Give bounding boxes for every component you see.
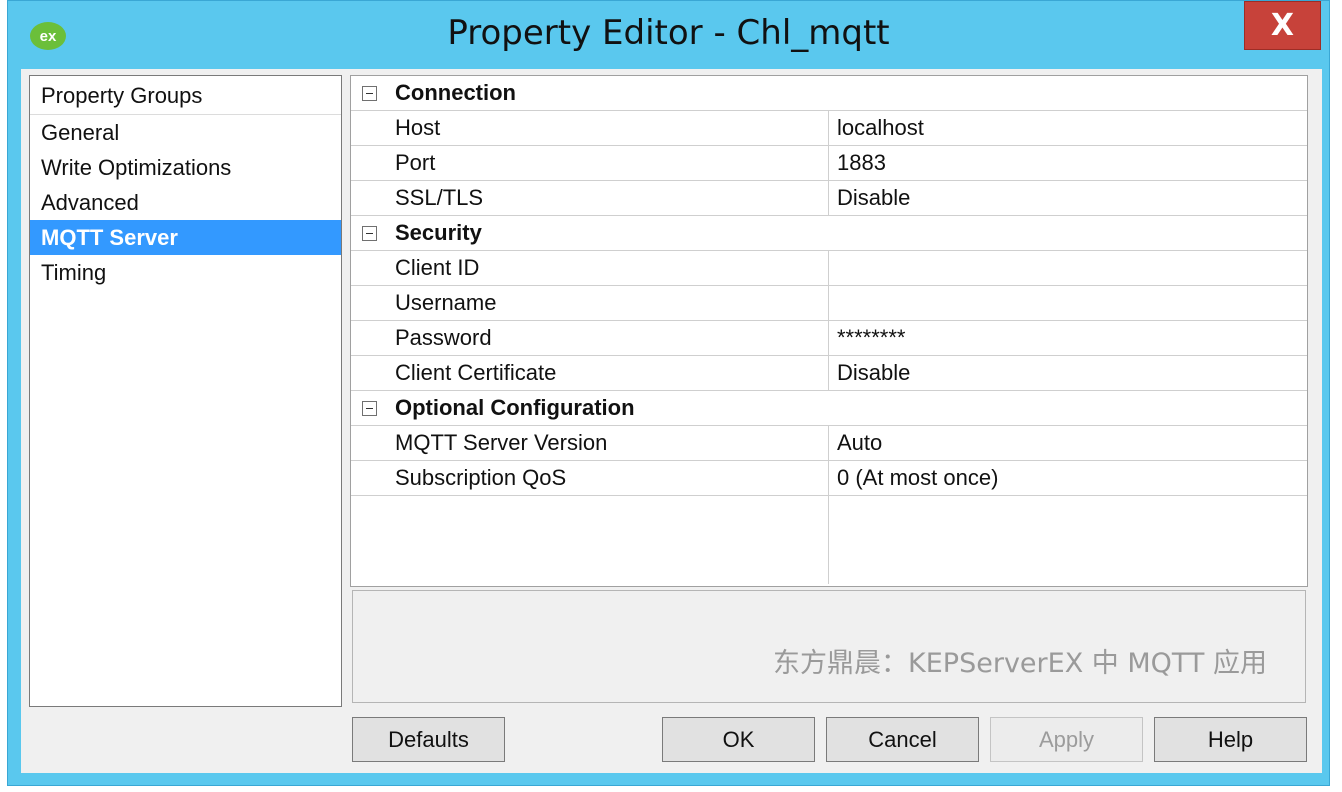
property-value[interactable]: 0 (At most once) (837, 461, 998, 495)
column-divider (828, 181, 829, 215)
group-item-advanced[interactable]: Advanced (30, 185, 341, 220)
column-divider (828, 286, 829, 320)
group-item-write-optimizations[interactable]: Write Optimizations (30, 150, 341, 185)
cancel-button[interactable]: Cancel (826, 717, 979, 762)
window-title: Property Editor - Chl_mqtt (447, 13, 890, 53)
ok-button[interactable]: OK (662, 717, 815, 762)
property-value[interactable]: Auto (837, 426, 882, 460)
property-name: Username (395, 290, 497, 315)
column-divider (828, 251, 829, 285)
property-name: Password (395, 325, 492, 350)
property-name: Host (395, 115, 441, 140)
category-connection[interactable]: Connection (351, 76, 1307, 111)
property-value[interactable]: Disable (837, 356, 910, 390)
category-label: Security (395, 220, 482, 245)
property-groups-list: Property Groups General Write Optimizati… (29, 75, 342, 707)
column-divider (828, 461, 829, 495)
category-security[interactable]: Security (351, 216, 1307, 251)
property-row-host[interactable]: Host localhost (351, 111, 1307, 146)
property-row-username[interactable]: Username (351, 286, 1307, 321)
group-item-timing[interactable]: Timing (30, 255, 341, 290)
property-value[interactable]: Disable (837, 181, 910, 215)
property-row-password[interactable]: Password ******** (351, 321, 1307, 356)
help-button[interactable]: Help (1154, 717, 1307, 762)
property-name: Client Certificate (395, 360, 557, 385)
property-value[interactable]: ******** (837, 321, 906, 355)
column-divider (828, 321, 829, 355)
property-name: MQTT Server Version (395, 430, 608, 455)
grid-empty-area (351, 496, 1307, 584)
property-name: Client ID (395, 255, 480, 280)
collapse-icon[interactable] (362, 226, 377, 241)
property-name: Port (395, 150, 436, 175)
column-divider (828, 111, 829, 145)
collapse-icon[interactable] (362, 401, 377, 416)
property-row-client-id[interactable]: Client ID (351, 251, 1307, 286)
dialog-body: Property Groups General Write Optimizati… (21, 69, 1322, 773)
property-row-port[interactable]: Port 1883 (351, 146, 1307, 181)
column-divider (828, 146, 829, 180)
property-name: Subscription QoS (395, 465, 567, 490)
category-label: Optional Configuration (395, 395, 635, 420)
property-groups-header: Property Groups (30, 76, 341, 115)
column-divider (828, 426, 829, 460)
defaults-button[interactable]: Defaults (352, 717, 505, 762)
property-row-ssl-tls[interactable]: SSL/TLS Disable (351, 181, 1307, 216)
property-row-subscription-qos[interactable]: Subscription QoS 0 (At most once) (351, 461, 1307, 496)
column-divider (828, 496, 829, 584)
property-row-client-certificate[interactable]: Client Certificate Disable (351, 356, 1307, 391)
category-label: Connection (395, 80, 516, 105)
description-panel: 东方鼎晨：KEPServerEX 中 MQTT 应用 (352, 590, 1306, 703)
property-value[interactable]: localhost (837, 111, 924, 145)
property-name: SSL/TLS (395, 185, 484, 210)
collapse-icon[interactable] (362, 86, 377, 101)
apply-button[interactable]: Apply (990, 717, 1143, 762)
close-button[interactable]: X (1244, 1, 1321, 50)
property-value[interactable]: 1883 (837, 146, 886, 180)
property-editor-window: ex Property Editor - Chl_mqtt X Property… (7, 0, 1330, 786)
column-divider (828, 356, 829, 390)
group-item-mqtt-server[interactable]: MQTT Server (30, 220, 341, 255)
group-item-general[interactable]: General (30, 115, 341, 150)
property-row-mqtt-server-version[interactable]: MQTT Server Version Auto (351, 426, 1307, 461)
category-optional-configuration[interactable]: Optional Configuration (351, 391, 1307, 426)
watermark-text: 东方鼎晨：KEPServerEX 中 MQTT 应用 (773, 648, 1267, 679)
property-grid: Connection Host localhost Port 1883 SSL/… (350, 75, 1308, 587)
